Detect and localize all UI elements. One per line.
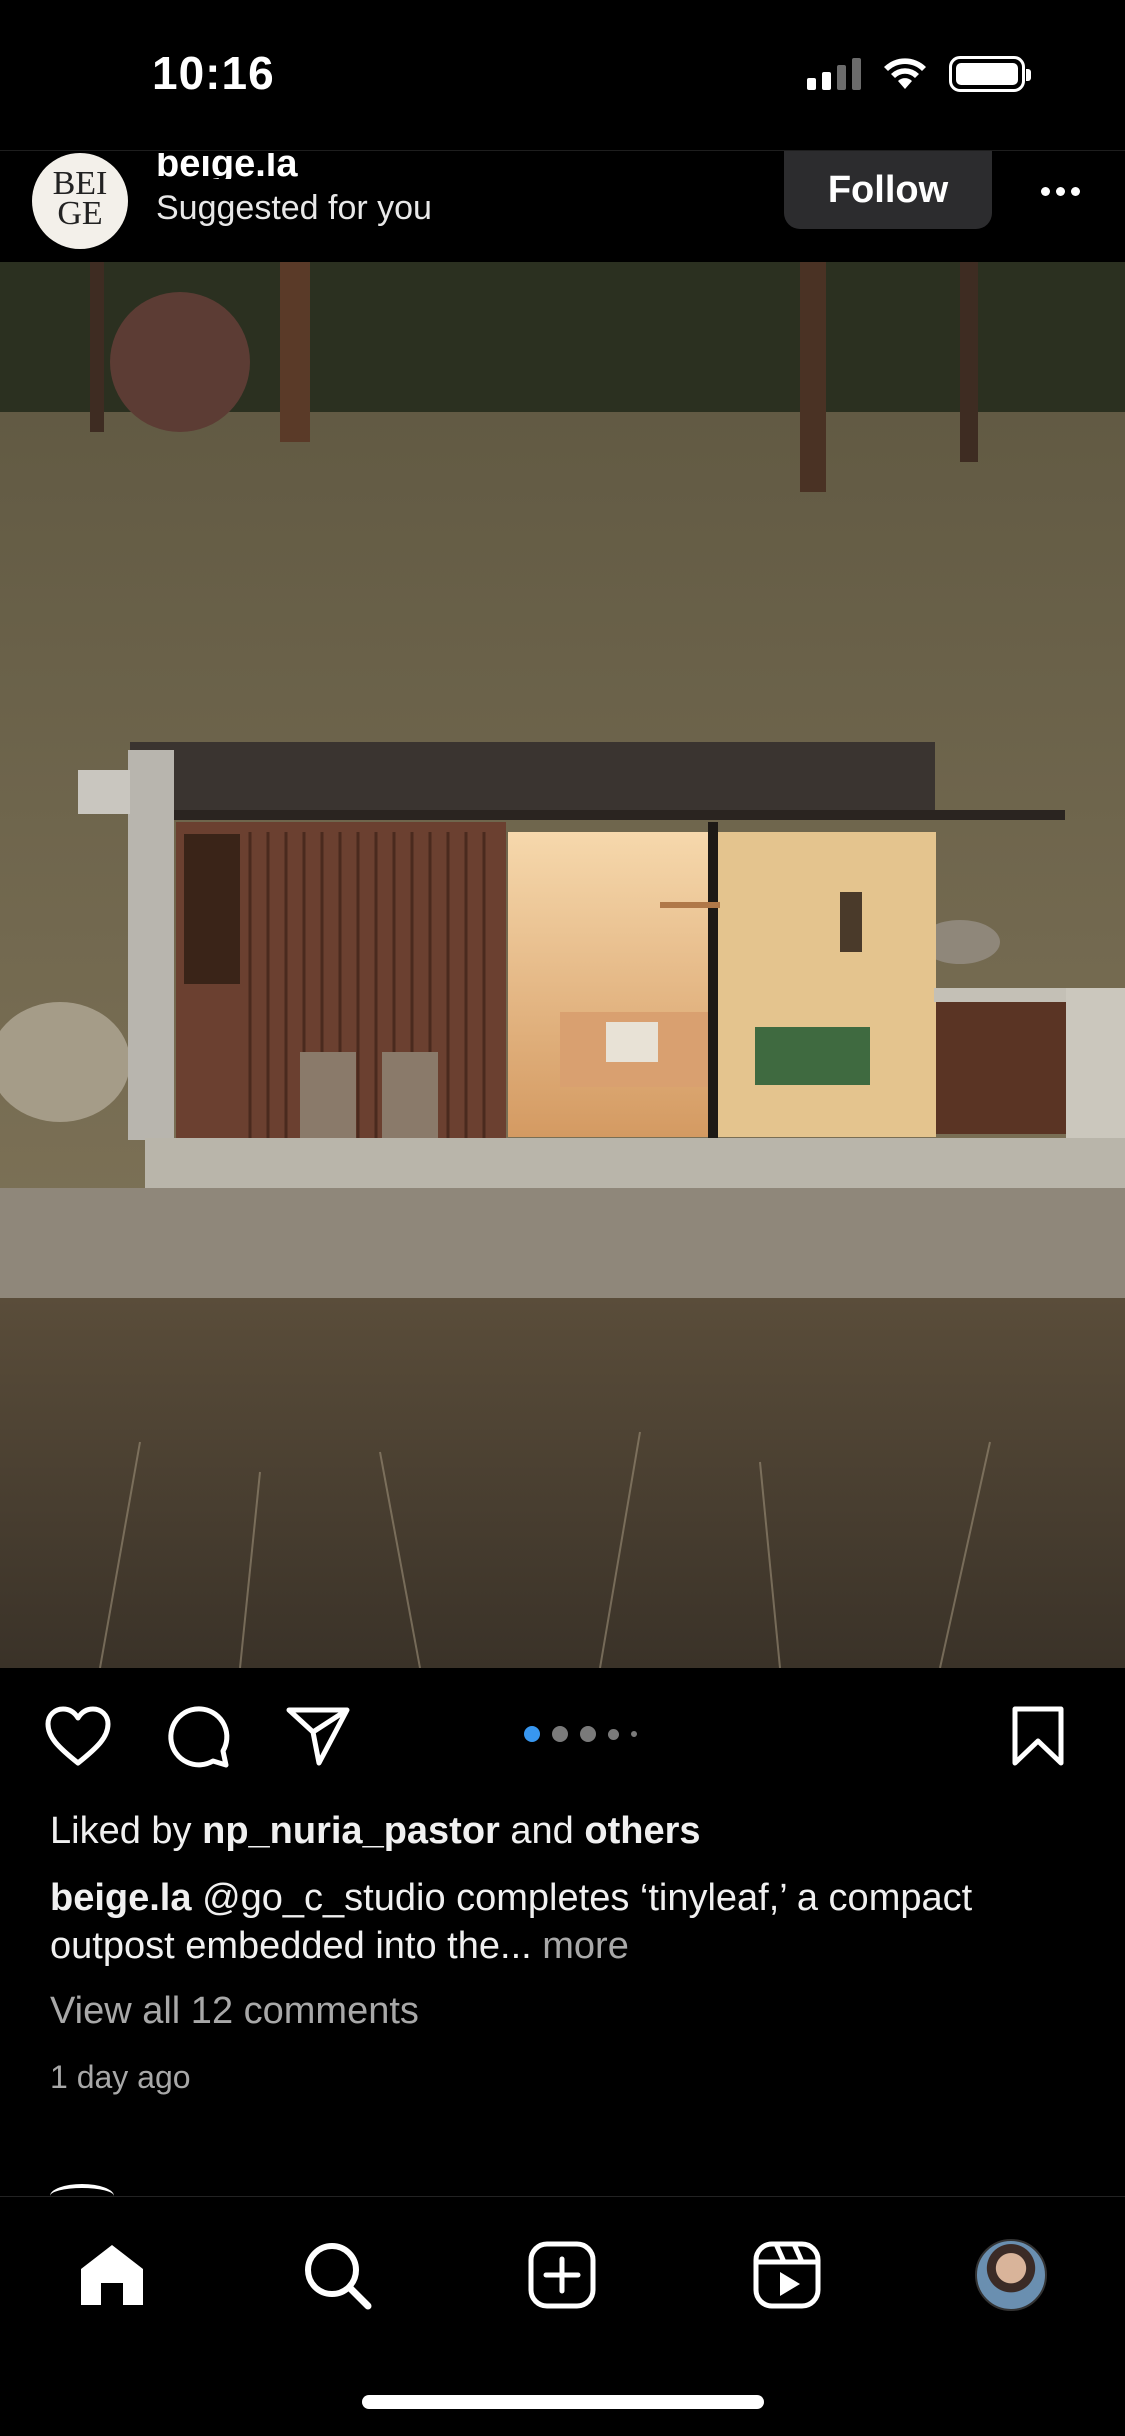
search-icon[interactable] xyxy=(297,2235,377,2315)
caption-more-link[interactable]: more xyxy=(542,1925,629,1967)
follow-button[interactable]: Follow xyxy=(784,151,992,229)
liked-by-user[interactable]: np_nuria_pastor xyxy=(202,1810,500,1852)
save-bookmark-icon[interactable] xyxy=(1002,1700,1074,1772)
profile-avatar xyxy=(975,2239,1047,2311)
home-indicator[interactable] xyxy=(362,2395,764,2409)
post-photo[interactable] xyxy=(0,262,1125,1668)
carousel-indicator xyxy=(524,1726,637,1742)
reels-icon[interactable] xyxy=(747,2235,827,2315)
post-caption: beige.la @go_c_studio completes ‘tinylea… xyxy=(50,1874,1090,1970)
profile-tab[interactable] xyxy=(971,2235,1051,2315)
cellular-signal-icon xyxy=(807,58,861,90)
like-heart-icon[interactable] xyxy=(42,1700,114,1772)
carousel-dot xyxy=(580,1726,596,1742)
status-icons xyxy=(807,56,1031,92)
status-time: 10:16 xyxy=(152,47,275,99)
account-username[interactable]: beige.la xyxy=(156,153,298,179)
likes-summary[interactable]: Liked by np_nuria_pastor and others xyxy=(50,1810,1090,1860)
likes-others[interactable]: others xyxy=(584,1810,700,1852)
more-options-icon[interactable] xyxy=(1030,171,1090,211)
caption-username[interactable]: beige.la xyxy=(50,1877,192,1919)
battery-icon xyxy=(949,56,1031,92)
carousel-dot xyxy=(552,1726,568,1742)
carousel-dot xyxy=(608,1728,619,1740)
home-icon[interactable] xyxy=(72,2235,152,2315)
post-caption-area: Liked by np_nuria_pastor and others beig… xyxy=(50,1810,1090,2096)
likes-prefix: Liked by xyxy=(50,1810,192,1852)
post-actions xyxy=(0,1700,1125,1780)
post-header: BEI GE beige.la Suggested for you Follow xyxy=(0,150,1125,262)
share-send-icon[interactable] xyxy=(282,1700,354,1772)
carousel-dot-active xyxy=(524,1726,540,1742)
account-avatar[interactable]: BEI GE xyxy=(32,153,128,249)
post-timestamp: 1 day ago xyxy=(50,2059,191,2095)
status-bar: 10:16 xyxy=(0,0,1125,150)
view-comments-link[interactable]: View all 12 comments xyxy=(50,1990,1090,2033)
likes-joiner: and xyxy=(510,1810,574,1852)
suggested-label: Suggested for you xyxy=(156,189,432,227)
carousel-dot xyxy=(631,1731,637,1737)
comment-icon[interactable] xyxy=(162,1700,234,1772)
wifi-icon xyxy=(884,58,926,89)
create-post-icon[interactable] xyxy=(522,2235,602,2315)
